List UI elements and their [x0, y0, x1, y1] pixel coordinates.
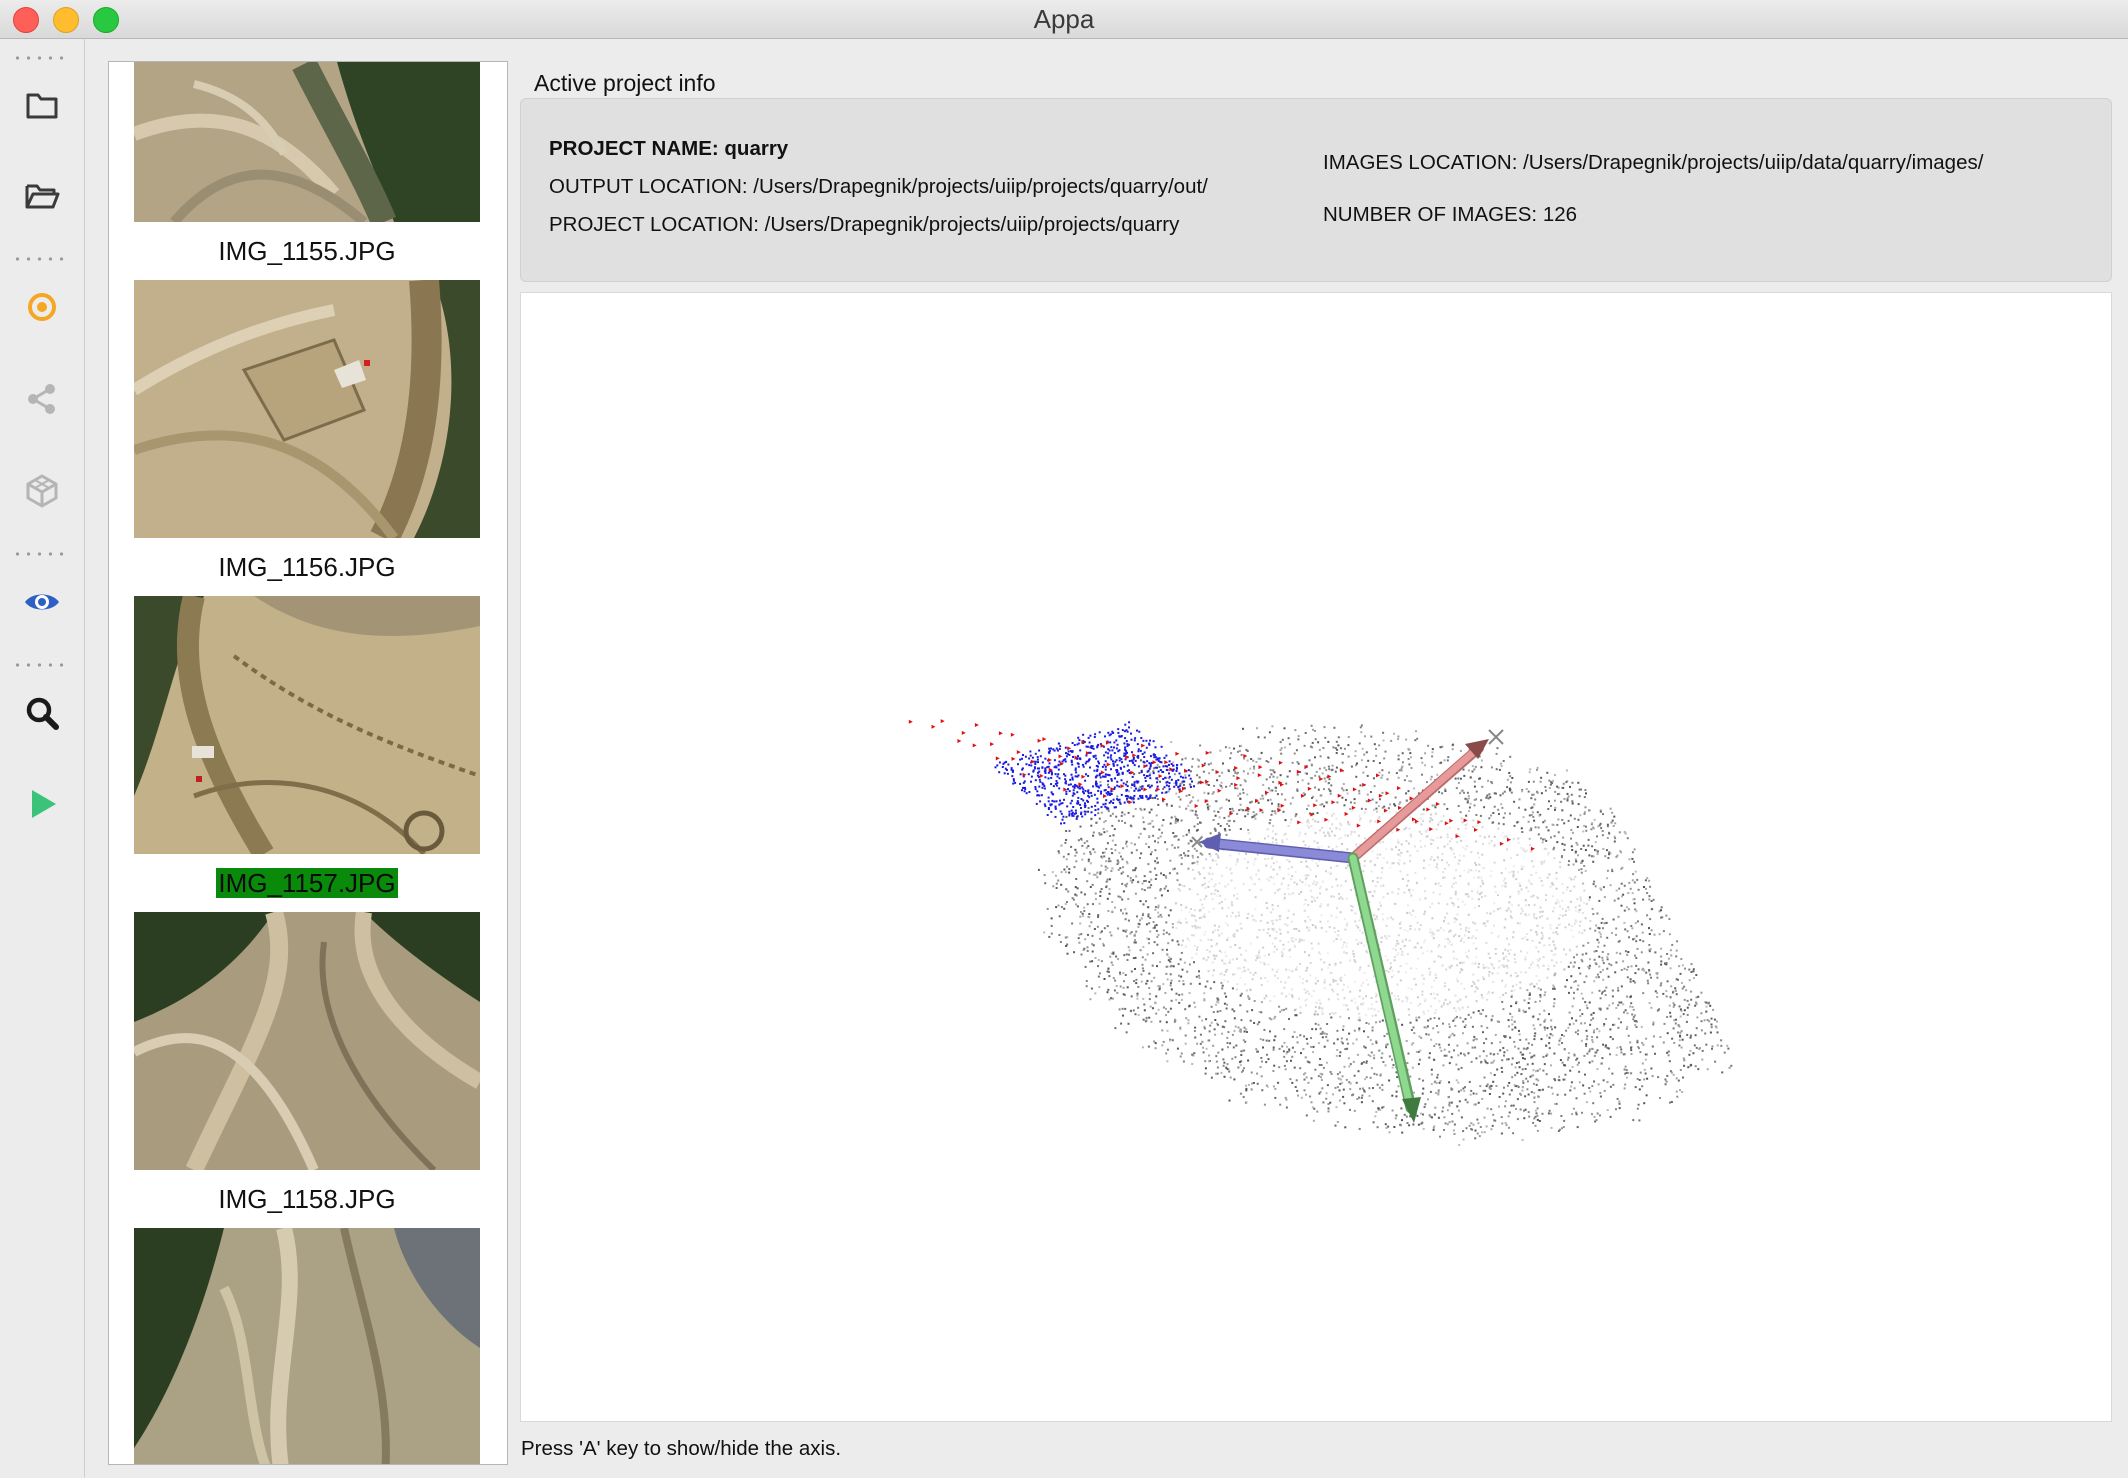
image-thumbnail — [134, 280, 480, 538]
project-location: PROJECT LOCATION: /Users/Drapegnik/proje… — [549, 213, 1180, 236]
highlighted-points — [994, 721, 1195, 825]
toolbar-separator — [12, 663, 68, 667]
search-icon — [26, 697, 59, 730]
list-item[interactable]: IMG_1158.JPG — [134, 912, 480, 1216]
project-name: PROJECT NAME: quarry — [549, 137, 789, 160]
image-filename-selected: IMG_1157.JPG — [216, 868, 398, 898]
y-axis — [1349, 854, 1414, 1110]
image-list[interactable]: IMG_1155.JPG IMG_1156.JPG IMG_1157.JPG I… — [108, 61, 508, 1465]
section-title: Active project info — [534, 70, 716, 96]
x-axis — [1349, 745, 1481, 862]
open-project-button[interactable] — [14, 168, 70, 224]
list-item[interactable] — [134, 1228, 480, 1464]
image-thumbnail — [134, 912, 480, 1170]
matching-button[interactable] — [14, 371, 70, 427]
target-icon — [28, 293, 56, 321]
open-folder-icon — [25, 184, 60, 209]
folder-icon — [26, 93, 58, 119]
run-button[interactable] — [14, 776, 70, 832]
image-filename: IMG_1156.JPG — [218, 552, 396, 582]
new-project-button[interactable] — [14, 77, 70, 133]
toolbar-separator — [12, 56, 68, 60]
image-thumbnail — [134, 62, 480, 222]
eye-icon — [25, 594, 59, 610]
images-location: IMAGES LOCATION: /Users/Drapegnik/projec… — [1323, 151, 1984, 174]
share-icon — [28, 384, 55, 414]
point-cloud — [1037, 724, 1733, 1146]
axis-marker — [1488, 729, 1504, 745]
play-icon — [32, 790, 56, 818]
view-button[interactable] — [14, 574, 70, 630]
title-bar: Appa — [0, 0, 2128, 39]
list-item[interactable]: IMG_1155.JPG — [134, 62, 480, 268]
main-toolbar — [0, 39, 85, 1478]
toolbar-separator — [12, 552, 68, 556]
list-item[interactable]: IMG_1157.JPG — [134, 596, 480, 900]
output-location: OUTPUT LOCATION: /Users/Drapegnik/projec… — [549, 175, 1208, 198]
window-title: Appa — [1033, 4, 1095, 34]
search-button[interactable] — [14, 685, 70, 741]
axis-hint: Press 'A' key to show/hide the axis. — [521, 1437, 842, 1460]
toolbar-separator — [12, 257, 68, 261]
cube-icon — [26, 474, 58, 508]
image-filename: IMG_1155.JPG — [218, 236, 396, 266]
list-item[interactable]: IMG_1156.JPG — [134, 280, 480, 584]
point-cloud-canvas[interactable] — [521, 293, 2111, 1421]
image-filename: IMG_1158.JPG — [218, 1184, 396, 1214]
image-thumbnail — [134, 596, 480, 854]
image-thumbnail — [134, 1228, 480, 1464]
number-of-images: NUMBER OF IMAGES: 126 — [1323, 203, 1578, 226]
feature-extraction-button[interactable] — [14, 279, 70, 335]
reconstruction-button[interactable] — [14, 463, 70, 519]
project-info-panel: PROJECT NAME: quarry OUTPUT LOCATION: /U… — [520, 98, 2112, 282]
y-axis-arrowhead — [1402, 1097, 1421, 1123]
point-cloud-viewer[interactable] — [520, 292, 2112, 1422]
